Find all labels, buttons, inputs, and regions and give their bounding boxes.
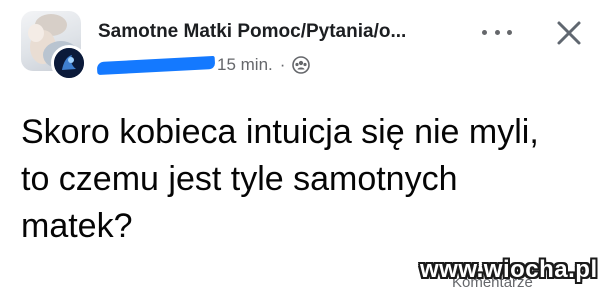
post-avatar[interactable] (21, 11, 87, 81)
close-button[interactable] (553, 17, 585, 49)
group-name[interactable]: Samotne Matki Pomoc/Pytania/o... (98, 21, 406, 43)
post-text: Skoro kobieca intuicja się nie myli, to … (21, 113, 539, 245)
meta-separator: · (279, 55, 286, 74)
watermark: www.wiocha.pl (420, 256, 598, 283)
more-horizontal-icon (482, 29, 487, 35)
user-avatar-image (54, 48, 84, 78)
post-meta: 15 min. · (96, 54, 311, 76)
more-dot (494, 29, 500, 35)
more-options-button[interactable] (482, 24, 512, 40)
post-timestamp[interactable]: 15 min. (217, 55, 273, 75)
close-icon (557, 21, 581, 45)
group-audience-icon[interactable] (292, 56, 311, 74)
redacted-author-name (96, 55, 216, 75)
user-avatar[interactable] (51, 45, 87, 81)
more-dot (507, 29, 512, 35)
